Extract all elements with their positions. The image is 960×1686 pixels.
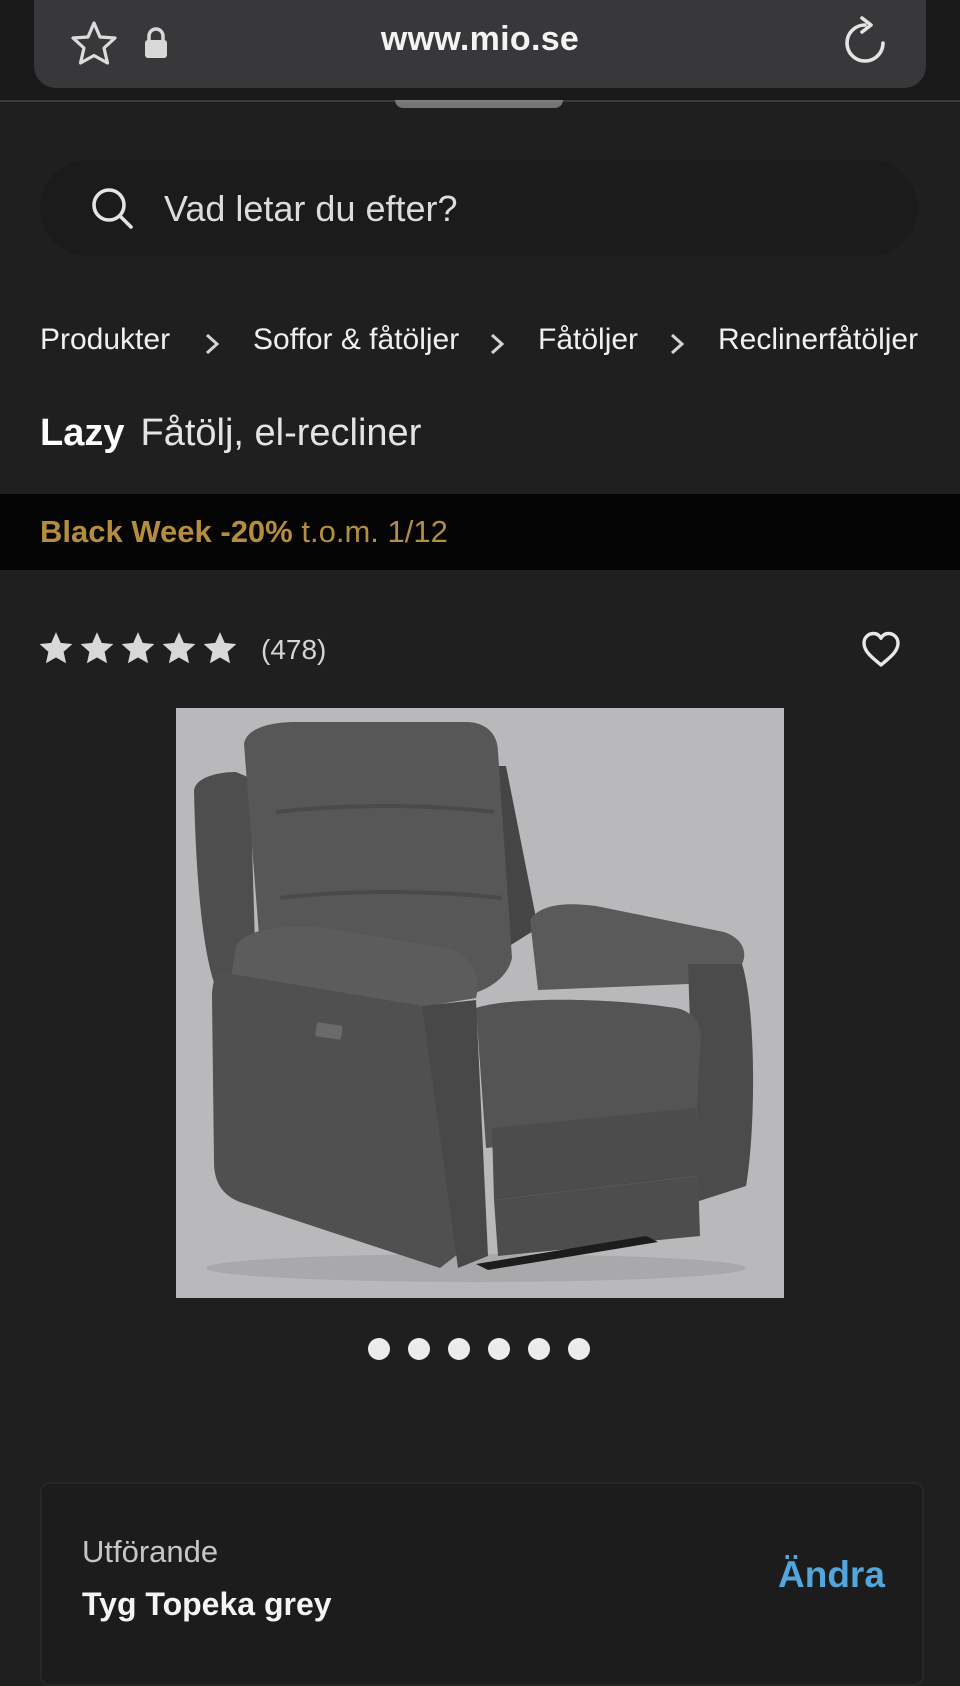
rating-star-icon xyxy=(122,632,154,664)
page-title: Lazy Fåtölj, el-recliner xyxy=(40,412,421,455)
review-count[interactable]: (478) xyxy=(261,634,326,666)
variant-value: Tyg Topeka grey xyxy=(82,1586,332,1622)
breadcrumb-item-reclinerfatoljer[interactable]: Reclinerfåtöljer xyxy=(718,323,918,357)
product-subtitle: Fåtölj, el-recliner xyxy=(140,412,422,454)
breadcrumb-item-fatoljer[interactable]: Fåtöljer xyxy=(538,323,638,357)
carousel-dot[interactable] xyxy=(448,1338,470,1360)
chevron-right-icon xyxy=(490,333,505,355)
change-variant-button[interactable]: Ändra xyxy=(778,1554,885,1596)
chevron-right-icon xyxy=(205,333,220,355)
heart-icon[interactable] xyxy=(860,630,902,668)
breadcrumb-item-soffor[interactable]: Soffor & fåtöljer xyxy=(253,323,459,357)
search-icon[interactable] xyxy=(90,186,134,230)
carousel-dot[interactable] xyxy=(408,1338,430,1360)
site-logo[interactable] xyxy=(395,100,563,108)
rating-stars[interactable] xyxy=(40,632,236,664)
carousel-dot[interactable] xyxy=(488,1338,510,1360)
breadcrumb-item-produkter[interactable]: Produkter xyxy=(40,323,170,357)
lock-icon xyxy=(145,27,167,58)
rating-star-icon xyxy=(81,632,113,664)
rating-star-icon xyxy=(163,632,195,664)
reload-icon[interactable] xyxy=(838,16,892,70)
recliner-chair-image xyxy=(194,722,754,1282)
product-brand: Lazy xyxy=(40,412,125,454)
carousel-indicator[interactable] xyxy=(368,1338,590,1360)
chevron-right-icon xyxy=(670,333,685,355)
promo-headline: Black Week -20% xyxy=(40,514,293,549)
carousel-dot[interactable] xyxy=(568,1338,590,1360)
carousel-dot[interactable] xyxy=(528,1338,550,1360)
carousel-dot[interactable] xyxy=(368,1338,390,1360)
search-input[interactable] xyxy=(162,182,846,236)
rating-star-icon xyxy=(204,632,236,664)
promo-text: Black Week -20% t.o.m. 1/12 xyxy=(40,514,448,550)
product-image[interactable] xyxy=(176,708,784,1298)
bookmark-star-icon[interactable] xyxy=(68,18,120,70)
promo-period: t.o.m. 1/12 xyxy=(301,514,448,549)
rating-star-icon xyxy=(40,632,72,664)
variant-label: Utförande xyxy=(82,1534,219,1569)
